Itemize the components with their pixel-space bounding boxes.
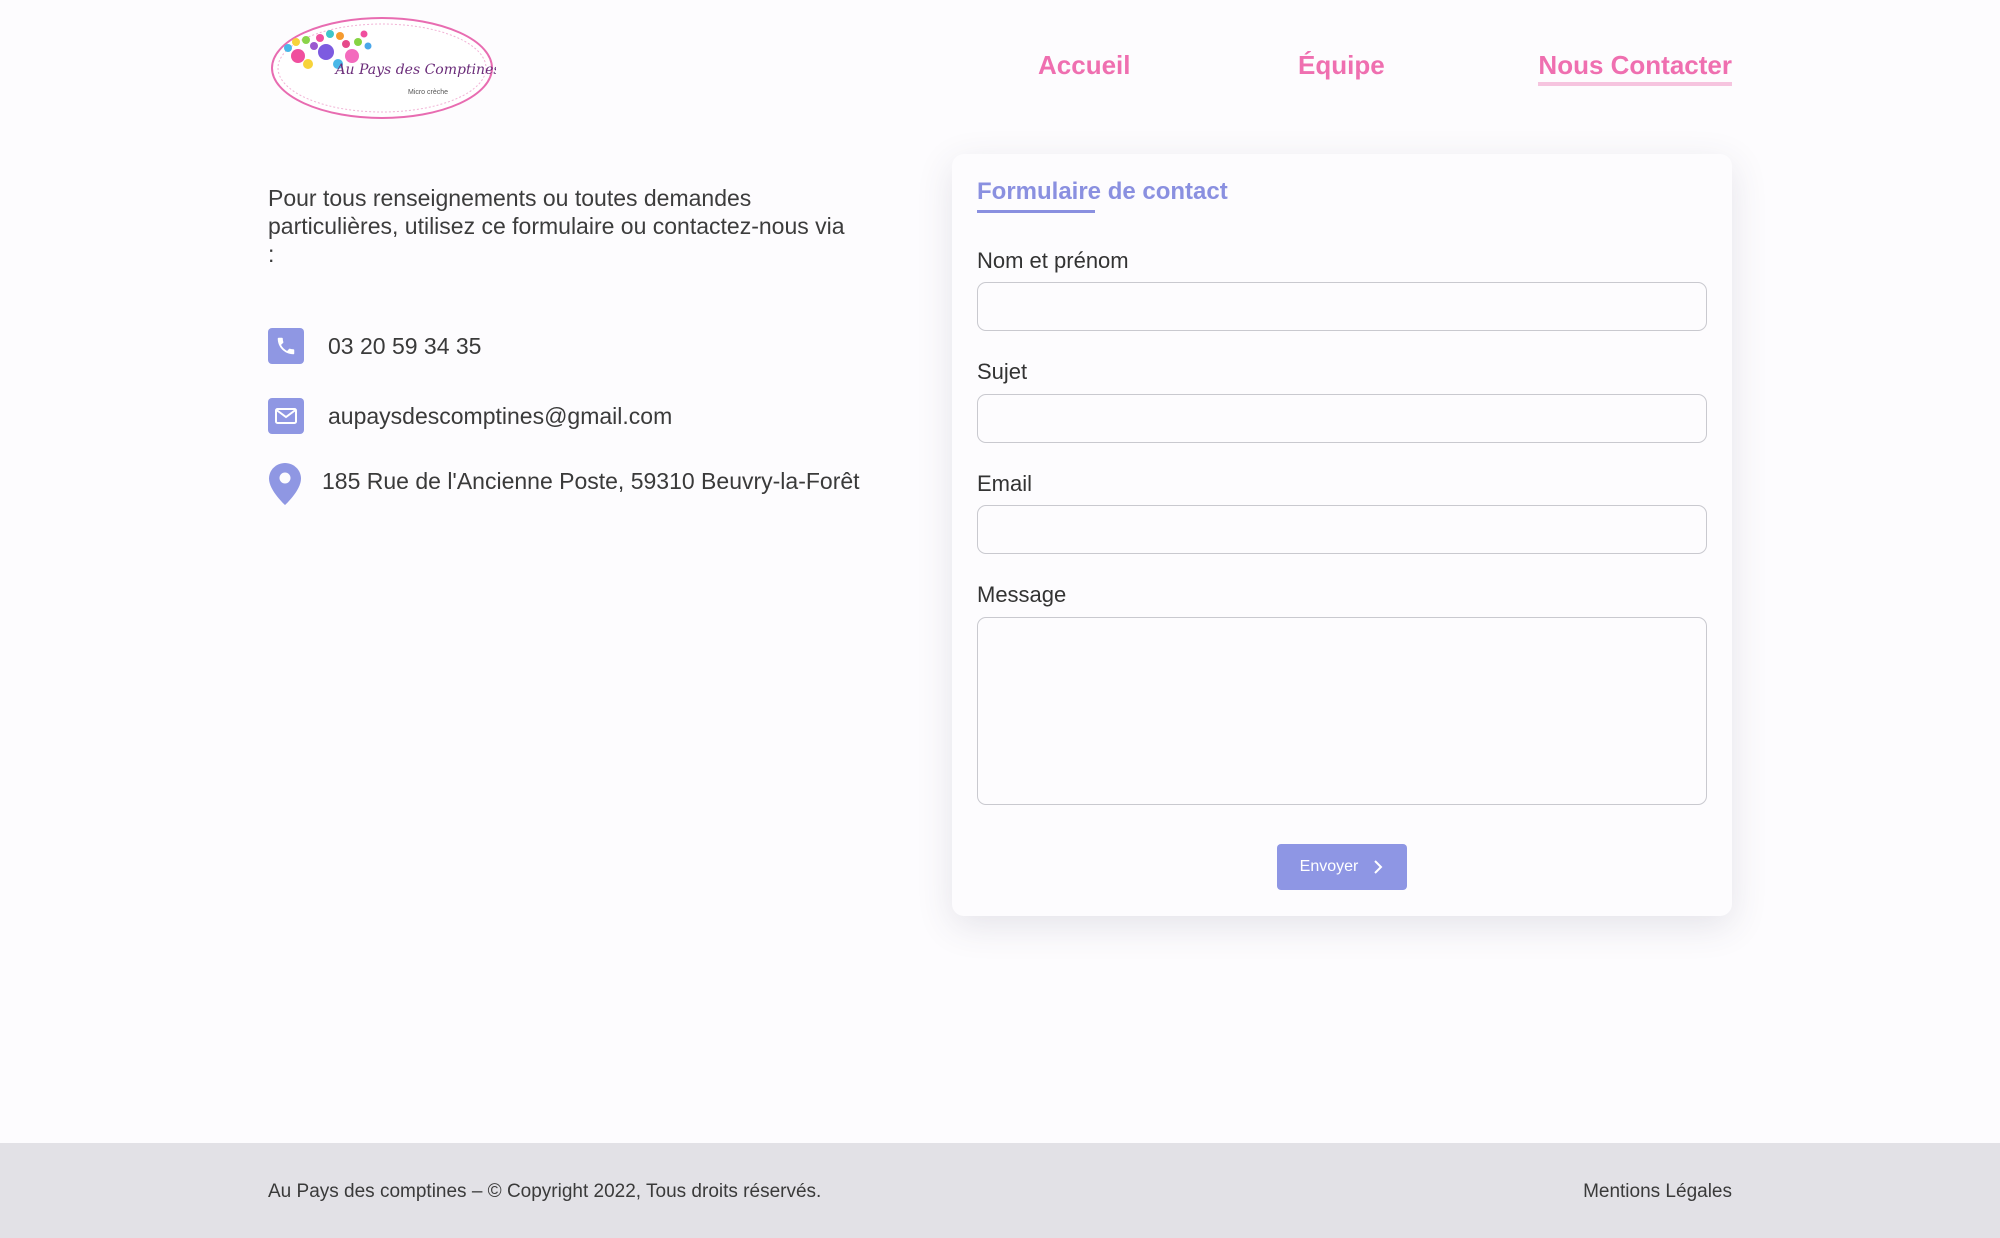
send-button-label: Envoyer — [1299, 858, 1359, 875]
name-input[interactable] — [977, 282, 1707, 331]
chevron-right-icon — [1374, 860, 1383, 874]
main-nav: Accueil Équipe Nous Contacter — [0, 48, 2000, 88]
legal-notice-link[interactable]: Mentions Légales — [1583, 1181, 1732, 1203]
email-link[interactable]: aupaysdescomptines@gmail.com — [328, 403, 672, 430]
email-label: Email — [977, 471, 1033, 496]
contact-address-row: 185 Rue de l'Ancienne Poste, 59310 Beuvr… — [268, 462, 882, 506]
nav-link-nous-contacter[interactable]: Nous Contacter — [1538, 48, 1732, 86]
message-label: Message — [977, 582, 1067, 607]
form-title: Formulaire de contact — [977, 178, 1228, 205]
contact-email-row: aupaysdescomptines@gmail.com — [268, 398, 672, 434]
contact-intro: Pour tous renseignements ou toutes deman… — [268, 185, 845, 267]
contact-phone-row: 03 20 59 34 35 — [268, 328, 481, 364]
contact-form: Formulaire de contact Nom et prénom Suje… — [952, 154, 1732, 916]
nav-link-accueil[interactable]: Accueil — [1038, 48, 1131, 82]
phone-icon — [268, 328, 304, 364]
phone-number-link[interactable]: 03 20 59 34 35 — [328, 333, 481, 360]
logo-subtitle: Micro crèche — [408, 89, 448, 96]
name-label: Nom et prénom — [977, 248, 1129, 273]
form-title-underline — [977, 210, 1095, 213]
message-textarea[interactable] — [977, 617, 1707, 805]
send-button[interactable]: Envoyer — [1277, 844, 1407, 890]
address-text: 185 Rue de l'Ancienne Poste, 59310 Beuvr… — [322, 468, 860, 494]
subject-label: Sujet — [977, 359, 1028, 384]
nav-link-equipe[interactable]: Équipe — [1298, 48, 1385, 82]
copyright-text: Au Pays des comptines – © Copyright 2022… — [268, 1181, 822, 1202]
subject-input[interactable] — [977, 394, 1707, 443]
mail-icon — [268, 398, 304, 434]
map-pin-icon — [268, 462, 302, 506]
email-input[interactable] — [977, 505, 1707, 554]
site-footer: Au Pays des comptines – © Copyright 2022… — [0, 1143, 2000, 1238]
